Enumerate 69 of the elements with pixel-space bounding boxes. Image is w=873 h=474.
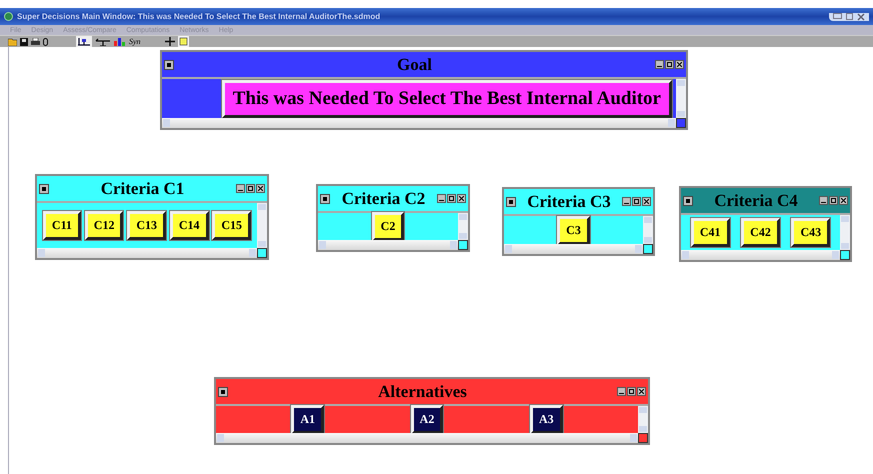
crosshair-icon[interactable] bbox=[164, 37, 175, 46]
system-menu-icon[interactable] bbox=[218, 386, 228, 397]
vertical-scrollbar[interactable] bbox=[257, 203, 267, 248]
cluster-window[interactable]: Criteria C4 C41 C42 C43 bbox=[679, 186, 852, 262]
window-controls-icon[interactable] bbox=[236, 184, 265, 194]
node-button[interactable]: This was Needed To Select The Best Internal Auditor bbox=[222, 80, 672, 118]
system-menu-icon[interactable] bbox=[320, 194, 330, 204]
system-menu-icon[interactable] bbox=[164, 60, 174, 70]
synthesize-button[interactable]: Syn bbox=[129, 38, 141, 46]
cluster-window[interactable]: Alternatives A1 A2 A3 bbox=[214, 377, 650, 445]
node-button[interactable]: C14 bbox=[170, 211, 209, 240]
window-controls-icon[interactable] bbox=[819, 196, 848, 206]
cluster-window[interactable]: Criteria C3 C3 bbox=[502, 187, 655, 256]
node-button[interactable]: C2 bbox=[372, 212, 404, 242]
system-menu-icon[interactable] bbox=[506, 196, 516, 207]
cluster-title: Criteria C2 bbox=[340, 188, 426, 210]
system-menu-icon[interactable] bbox=[39, 184, 49, 194]
close-icon[interactable] bbox=[857, 12, 865, 20]
restore-icon[interactable] bbox=[846, 12, 853, 20]
balance-icon[interactable] bbox=[95, 38, 111, 46]
cluster-window[interactable]: Criteria C1 C11 C12 C13 C14 C15 bbox=[35, 174, 269, 260]
horizontal-scrollbar[interactable] bbox=[216, 433, 638, 443]
cluster-title: Alternatives bbox=[377, 381, 468, 402]
node-button[interactable]: C13 bbox=[127, 211, 166, 240]
node-button[interactable]: C41 bbox=[690, 218, 730, 248]
bar-chart-icon[interactable] bbox=[114, 38, 126, 46]
folder-icon[interactable] bbox=[8, 38, 17, 46]
corner-swatch-icon bbox=[257, 248, 267, 258]
node-button[interactable]: C3 bbox=[557, 216, 590, 245]
node-button[interactable]: C42 bbox=[741, 218, 780, 248]
horizontal-scrollbar[interactable] bbox=[504, 244, 643, 254]
printer-icon[interactable] bbox=[31, 38, 40, 46]
vertical-scrollbar[interactable] bbox=[638, 406, 648, 433]
network-icon[interactable] bbox=[76, 36, 92, 47]
cluster-window[interactable]: Goal This was Needed To Select The Best Internal Auditor bbox=[160, 50, 688, 130]
vertical-scrollbar[interactable] bbox=[458, 213, 468, 240]
vertical-scrollbar[interactable] bbox=[643, 216, 653, 244]
window-controls-icon[interactable] bbox=[622, 197, 651, 206]
corner-swatch-icon bbox=[458, 240, 468, 250]
node-button[interactable]: C11 bbox=[42, 211, 81, 240]
vertical-scrollbar[interactable] bbox=[676, 79, 686, 118]
cluster-title: Criteria C3 bbox=[526, 191, 612, 212]
horizontal-scrollbar[interactable] bbox=[318, 240, 458, 250]
save-icon[interactable] bbox=[20, 38, 28, 46]
vertical-scrollbar[interactable] bbox=[840, 215, 850, 250]
cluster-title: Criteria C4 bbox=[713, 190, 799, 212]
horizontal-scrollbar[interactable] bbox=[681, 250, 840, 260]
horizontal-scrollbar[interactable] bbox=[37, 248, 257, 258]
node-button[interactable]: C43 bbox=[791, 218, 830, 248]
corner-swatch-icon bbox=[676, 118, 686, 128]
cluster-title: Goal bbox=[396, 54, 433, 76]
corner-swatch-icon bbox=[840, 250, 850, 260]
node-button[interactable]: A3 bbox=[530, 405, 563, 434]
node-button[interactable]: C12 bbox=[84, 211, 124, 240]
horizontal-scrollbar[interactable] bbox=[162, 118, 676, 128]
app-icon bbox=[4, 12, 13, 21]
node-button[interactable]: C15 bbox=[212, 211, 252, 240]
window-controls-icon[interactable] bbox=[437, 194, 466, 204]
corner-swatch-icon bbox=[643, 244, 653, 254]
window-title: Super Decisions Main Window: This was Needed To Select The Best Internal AuditorThe.sdmod bbox=[17, 10, 382, 22]
system-menu-icon[interactable] bbox=[683, 196, 693, 206]
minimize-icon[interactable] bbox=[833, 12, 842, 18]
cluster-title: Criteria C1 bbox=[100, 178, 186, 200]
window-controls-icon[interactable] bbox=[617, 387, 646, 396]
corner-swatch-icon bbox=[638, 433, 648, 443]
window-controls-icon[interactable] bbox=[655, 60, 684, 70]
cluster-window[interactable]: Criteria C2 C2 bbox=[316, 184, 470, 252]
node-button[interactable]: A1 bbox=[291, 405, 324, 434]
node-button[interactable]: A2 bbox=[410, 405, 444, 434]
